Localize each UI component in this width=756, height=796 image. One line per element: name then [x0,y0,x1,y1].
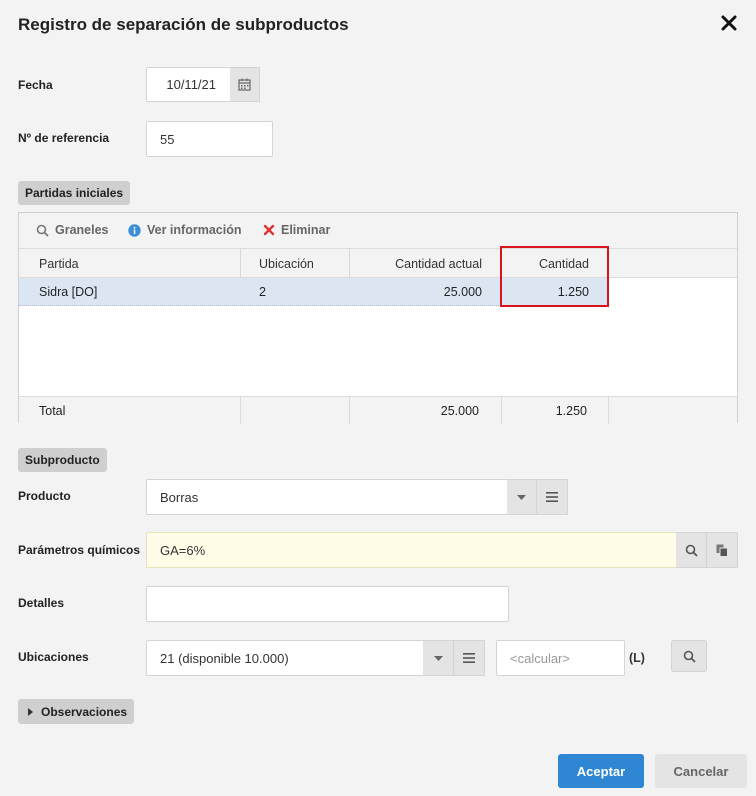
cancelar-button[interactable]: Cancelar [655,754,747,788]
chevron-down-icon [517,494,526,500]
search-icon [683,650,696,663]
producto-list-button[interactable] [537,479,568,515]
parametros-copy-button[interactable] [707,532,738,568]
graneles-button[interactable]: Graneles [36,223,109,237]
ubicaciones-dropdown-button[interactable] [423,640,454,676]
info-icon [128,223,141,237]
parametros-label: Parámetros químicos [18,543,141,557]
search-icon [36,224,49,237]
eliminar-button[interactable]: Eliminar [263,223,330,237]
referencia-input[interactable]: 55 [146,121,273,157]
detalles-label: Detalles [18,596,65,610]
referencia-label: Nº de referencia [18,131,110,145]
fecha-label: Fecha [18,78,53,92]
observaciones-toggle[interactable]: Observaciones [18,699,135,724]
footer-cantidad: 1.250 [555,403,587,418]
cell-cantidad-actual: 25.000 [443,285,482,299]
parametros-input[interactable]: GA=6% [146,532,677,568]
ubicaciones-list-button[interactable] [454,640,485,676]
cell-partida: Sidra [DO] [39,285,98,299]
calcular-input[interactable]: <calcular> [496,640,625,676]
grid-toolbar: Graneles Ver información Eliminar [19,213,737,249]
partidas-section-label: Partidas iniciales [18,181,131,205]
grid-header: Partida Ubicación Cantidad actual Cantid… [19,249,737,278]
detalles-input[interactable] [146,586,509,622]
caret-right-icon [28,707,33,716]
col-partida[interactable]: Partida [39,249,79,278]
unit-label: (L) [629,651,645,665]
dialog-title: Registro de separación de subproductos [18,15,349,34]
highlight-box [500,246,609,307]
search-icon [685,544,698,557]
subproducto-section-label: Subproducto [18,448,107,472]
footer-total-label: Total [39,403,66,418]
ubicaciones-search-button[interactable] [671,640,707,672]
fecha-input[interactable]: 10/11/21 [146,67,231,102]
calendar-button[interactable] [230,67,260,102]
col-ubicacion[interactable]: Ubicación [259,249,314,278]
producto-dropdown-button[interactable] [507,479,537,515]
chevron-down-icon [433,655,443,661]
table-row[interactable]: Sidra [DO] 2 25.000 [19,278,501,306]
aceptar-button[interactable]: Aceptar [558,754,644,788]
ver-informacion-button[interactable]: Ver información [128,223,241,237]
footer-cantidad-actual: 25.000 [440,403,479,418]
list-icon [546,492,558,502]
producto-label: Producto [18,489,71,503]
ubicaciones-label: Ubicaciones [18,650,89,664]
ubicaciones-select[interactable]: 21 (disponible 10.000) [146,640,424,676]
close-icon[interactable] [720,14,738,32]
list-icon [463,653,475,663]
producto-select[interactable]: Borras [146,479,508,515]
parametros-search-button[interactable] [676,532,707,568]
partidas-grid: Graneles Ver información Eliminar Partid… [18,212,738,424]
cell-ubicacion: 2 [259,285,266,299]
calendar-icon [238,78,251,91]
grid-footer: Total 25.000 1.250 [19,396,737,424]
copy-icon [716,544,728,557]
delete-icon [263,224,275,236]
col-cantidad-actual[interactable]: Cantidad actual [350,249,482,278]
